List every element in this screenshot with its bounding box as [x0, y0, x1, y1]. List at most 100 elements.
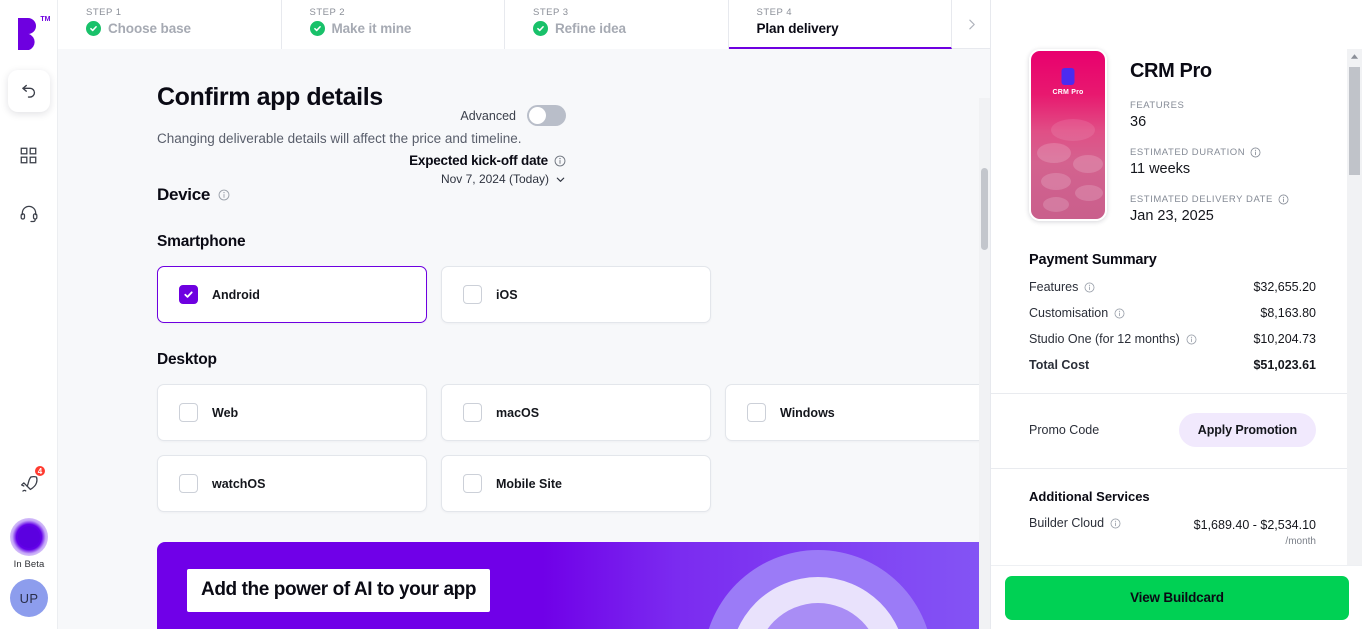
caret-up-icon: [1350, 54, 1359, 59]
payment-value: $32,655.20: [1253, 280, 1316, 294]
info-icon[interactable]: [218, 189, 230, 201]
meta-value-features: 36: [1130, 114, 1147, 130]
step-label: Plan delivery: [756, 21, 839, 36]
sidebar-item-support[interactable]: [11, 198, 47, 228]
device-option-mobile-site[interactable]: Mobile Site: [441, 455, 711, 512]
meta-label-duration: ESTIMATED DURATION: [1130, 147, 1289, 158]
view-buildcard-button[interactable]: View Buildcard: [1005, 575, 1349, 620]
step-label: Make it mine: [331, 21, 412, 36]
apply-promotion-button[interactable]: Apply Promotion: [1178, 413, 1316, 447]
sidebar-item-rocket[interactable]: 4: [11, 465, 47, 500]
meta-label-text: ESTIMATED DURATION: [1130, 147, 1246, 158]
meta-label-text: FEATURES: [1130, 100, 1185, 111]
check-icon: [533, 21, 548, 36]
service-label: Builder Cloud: [1029, 516, 1121, 530]
payment-value: $10,204.73: [1253, 332, 1316, 346]
advanced-toggle-row: Advanced: [460, 105, 566, 126]
avatar[interactable]: UP: [10, 579, 48, 617]
promo-code-label: Promo Code: [1029, 423, 1100, 437]
thumbnail-decor: [1041, 173, 1071, 190]
main-scrollbar[interactable]: [979, 98, 990, 629]
device-option-label: Mobile Site: [496, 476, 562, 491]
meta-label-delivery-date: ESTIMATED DELIVERY DATE: [1130, 194, 1289, 205]
page-subtitle: Changing deliverable details will affect…: [157, 131, 522, 146]
check-icon: [309, 21, 325, 36]
thumbnail-decor: [1051, 119, 1095, 141]
chevron-right-icon: [968, 19, 975, 29]
device-section-heading: Device: [157, 185, 211, 204]
payment-label: Studio One (for 12 months): [1029, 332, 1197, 346]
headset-icon: [20, 205, 37, 223]
scroll-up-button[interactable]: [1350, 49, 1359, 64]
info-icon[interactable]: [1186, 334, 1197, 345]
thumbnail-decor: [1037, 143, 1071, 163]
summary-scrollbar[interactable]: [1347, 49, 1362, 629]
scroll-fade: [991, 549, 1347, 565]
rocket-badge: 4: [34, 465, 46, 477]
step-key: STEP 2: [309, 7, 346, 18]
payment-label: Features: [1029, 280, 1095, 294]
step-tab-4[interactable]: STEP 4 Plan delivery: [728, 0, 952, 49]
summary-scrollbar-thumb[interactable]: [1349, 67, 1360, 175]
desktop-options: Web macOS Windows watchOS Mobile Site: [157, 384, 990, 512]
step-tab-3[interactable]: STEP 3 Refine idea: [505, 0, 729, 49]
info-icon[interactable]: [1114, 308, 1125, 319]
divider: [991, 393, 1348, 394]
beta-indicator[interactable]: [10, 518, 48, 556]
thumbnail-decor: [1043, 197, 1069, 212]
thumbnail-decor: [1075, 185, 1103, 201]
product-header: CRM Pro CRM Pro FEATURES 36 ESTIMATED DU…: [1029, 49, 1316, 224]
checkbox-mobile-site[interactable]: [463, 474, 482, 493]
device-option-macos[interactable]: macOS: [441, 384, 711, 441]
toggle-knob: [529, 107, 546, 124]
steps-bar: STEP 1 Choose base STEP 2 Make it mine S…: [58, 0, 990, 49]
checkbox-ios[interactable]: [463, 285, 482, 304]
checkbox-android[interactable]: [179, 285, 198, 304]
info-icon[interactable]: [1250, 147, 1261, 158]
kickoff-date-picker[interactable]: Nov 7, 2024 (Today): [409, 172, 566, 186]
info-icon[interactable]: [1110, 518, 1121, 529]
checkbox-macos[interactable]: [463, 403, 482, 422]
ai-banner-text: Add the power of AI to your app: [201, 579, 477, 600]
ai-banner-textbox: Add the power of AI to your app: [187, 569, 491, 612]
chevron-down-icon: [556, 177, 565, 182]
info-icon[interactable]: [1278, 194, 1289, 205]
kickoff-label: Expected kick-off date: [409, 153, 548, 168]
rocket-icon: [20, 475, 38, 492]
thumbnail-decor: [1073, 155, 1103, 173]
device-option-ios[interactable]: iOS: [441, 266, 711, 323]
meta-value-delivery-date: Jan 23, 2025: [1130, 208, 1214, 224]
payment-label-text: Total Cost: [1029, 358, 1090, 372]
info-icon[interactable]: [1084, 282, 1095, 293]
check-icon: [86, 21, 101, 36]
b-logo-icon: [17, 18, 36, 50]
checkbox-web[interactable]: [179, 403, 198, 422]
device-option-web[interactable]: Web: [157, 384, 427, 441]
device-option-android[interactable]: Android: [157, 266, 427, 323]
kickoff-date-value: Nov 7, 2024 (Today): [440, 172, 549, 186]
ai-promo-banner[interactable]: Add the power of AI to your app: [157, 542, 990, 629]
meta-value-duration: 11 weeks: [1130, 161, 1191, 177]
device-option-watchos[interactable]: watchOS: [157, 455, 427, 512]
device-option-label: iOS: [496, 287, 518, 302]
kickoff-date-block: Expected kick-off date Nov 7, 2024 (Toda…: [409, 153, 566, 186]
service-price-period: /month: [1285, 536, 1316, 547]
builder-logo[interactable]: TM: [16, 10, 51, 58]
step-tab-1[interactable]: STEP 1 Choose base: [58, 0, 282, 49]
undo-button[interactable]: [7, 70, 50, 112]
additional-services-title: Additional Services: [1029, 489, 1150, 504]
step-tab-2[interactable]: STEP 2 Make it mine: [282, 0, 505, 49]
beta-label: In Beta: [13, 559, 45, 570]
sidebar-item-dashboard[interactable]: [11, 140, 47, 170]
checkbox-watchos[interactable]: [179, 474, 198, 493]
info-icon[interactable]: [554, 155, 566, 167]
device-option-windows[interactable]: Windows: [725, 384, 990, 441]
check-icon: [184, 291, 193, 298]
advanced-toggle[interactable]: [527, 105, 566, 126]
undo-icon: [22, 84, 36, 98]
checkbox-windows[interactable]: [747, 403, 766, 422]
smartphone-group-heading: Smartphone: [157, 233, 246, 250]
beta-core-icon: [18, 526, 40, 548]
steps-next-button[interactable]: [952, 0, 990, 49]
main-scrollbar-thumb[interactable]: [981, 168, 988, 250]
